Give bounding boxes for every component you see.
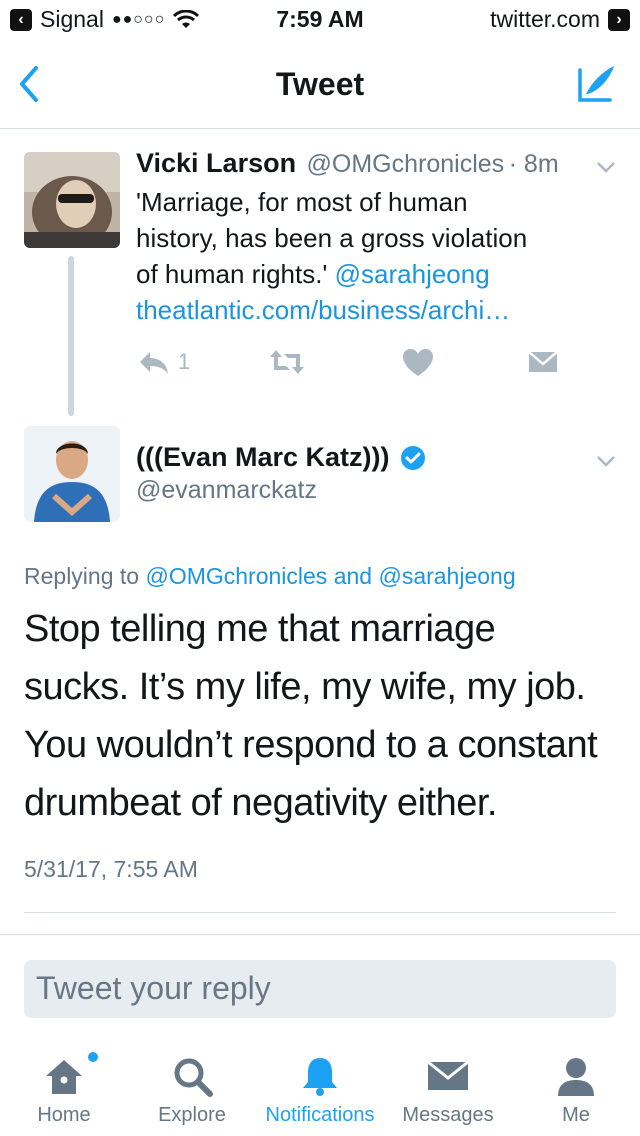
main-tweet-author[interactable]: (((Evan Marc Katz))) bbox=[136, 442, 426, 473]
parent-tweet-actions: 1 bbox=[136, 348, 576, 382]
tab-label: Explore bbox=[158, 1104, 226, 1126]
thread-connector bbox=[68, 256, 74, 416]
heart-icon bbox=[403, 349, 433, 376]
home-icon bbox=[46, 1060, 82, 1094]
like-action[interactable] bbox=[402, 348, 434, 383]
page-title: Tweet bbox=[275, 66, 365, 102]
compose-button[interactable] bbox=[574, 62, 618, 111]
tweet-options-button[interactable] bbox=[596, 160, 616, 178]
status-bar: ‹ Signal ●●○○○ 7:59 AM twitter.com › bbox=[0, 0, 640, 40]
reply-action[interactable]: 1 bbox=[136, 348, 190, 376]
mention-link[interactable]: @OMGchronicles bbox=[145, 563, 327, 589]
mention-link[interactable]: @sarahjeong bbox=[378, 563, 515, 589]
mention-link[interactable]: @sarahjeong bbox=[335, 259, 490, 289]
retweet-icon bbox=[270, 350, 304, 374]
compose-quill-icon bbox=[578, 66, 614, 102]
tab-notifications[interactable]: Notifications bbox=[256, 1040, 384, 1136]
forward-to-site[interactable]: twitter.com › bbox=[490, 6, 630, 33]
tweet-text-line: history, has been a gross violation bbox=[136, 223, 528, 253]
avatar-photo bbox=[24, 426, 120, 522]
retweet-action[interactable] bbox=[268, 348, 306, 381]
tweet-text-line: You wouldn’t respond to a constant bbox=[24, 724, 598, 766]
tab-explore[interactable]: Explore bbox=[128, 1040, 256, 1136]
tab-label: Me bbox=[562, 1104, 590, 1126]
parent-tweet-text: 'Marriage, for most of human history, ha… bbox=[136, 184, 606, 328]
author-handle[interactable]: @OMGchronicles bbox=[307, 150, 505, 178]
main-tweet-text: Stop telling me that marriage sucks. It’… bbox=[24, 600, 624, 832]
author-name: (((Evan Marc Katz))) bbox=[136, 442, 390, 472]
tab-me[interactable]: Me bbox=[512, 1040, 640, 1136]
tweet-text-line: of human rights.' @sarahjeong bbox=[136, 256, 606, 292]
tweet-options-button[interactable] bbox=[596, 454, 616, 472]
person-icon bbox=[558, 1058, 594, 1096]
parent-tweet-header: Vicki Larson @OMGchronicles · 8m bbox=[136, 148, 559, 179]
tab-home[interactable]: Home bbox=[0, 1040, 128, 1136]
tab-bar: Home Explore Notifications Messages Me bbox=[0, 1040, 640, 1136]
replying-to-line: Replying to @OMGchronicles and @sarahjeo… bbox=[24, 563, 516, 590]
tab-label: Messages bbox=[402, 1104, 494, 1126]
tweet-timestamp: 5/31/17, 7:55 AM bbox=[24, 856, 198, 882]
reply-icon bbox=[140, 352, 168, 374]
new-content-dot bbox=[88, 1052, 98, 1062]
tweet-text-line: sucks. It’s my life, my wife, my job. bbox=[24, 666, 586, 708]
nav-bar: Tweet bbox=[0, 44, 640, 129]
tweet-text-line: 'Marriage, for most of human bbox=[136, 187, 468, 217]
avatar-vicki-larson[interactable] bbox=[24, 152, 120, 248]
tab-messages[interactable]: Messages bbox=[384, 1040, 512, 1136]
replying-and: and bbox=[333, 563, 373, 589]
tweet-text-line: Stop telling me that marriage bbox=[24, 608, 496, 650]
tweet-text-line: drumbeat of negativity either. bbox=[24, 782, 497, 824]
replying-to-prefix: Replying to bbox=[24, 563, 140, 589]
author-name[interactable]: Vicki Larson bbox=[136, 148, 296, 178]
verified-badge-icon bbox=[400, 445, 425, 470]
tab-label: Home bbox=[37, 1104, 91, 1126]
divider bbox=[24, 912, 616, 913]
divider bbox=[0, 934, 640, 935]
author-handle[interactable]: @evanmarckatz bbox=[136, 476, 317, 505]
tweet-text-fragment: of human rights.' bbox=[136, 259, 328, 289]
bell-icon bbox=[303, 1058, 337, 1096]
envelope-icon bbox=[427, 1060, 469, 1090]
reply-input[interactable]: Tweet your reply bbox=[24, 960, 616, 1018]
avatar-photo bbox=[24, 152, 120, 248]
chevron-down-icon bbox=[597, 162, 615, 173]
direct-message-action[interactable] bbox=[528, 350, 558, 379]
envelope-icon bbox=[528, 351, 558, 372]
site-url: twitter.com bbox=[490, 6, 600, 32]
reply-count: 1 bbox=[178, 349, 191, 374]
chevron-down-icon bbox=[597, 456, 615, 467]
tab-label: Notifications bbox=[265, 1104, 375, 1126]
avatar-evan-marc-katz[interactable] bbox=[24, 426, 120, 522]
tweet-age: · 8m bbox=[508, 150, 559, 178]
url-link[interactable]: theatlantic.com/business/archi… bbox=[136, 292, 606, 328]
search-icon bbox=[174, 1058, 213, 1097]
forward-arrow-icon: › bbox=[608, 8, 630, 31]
